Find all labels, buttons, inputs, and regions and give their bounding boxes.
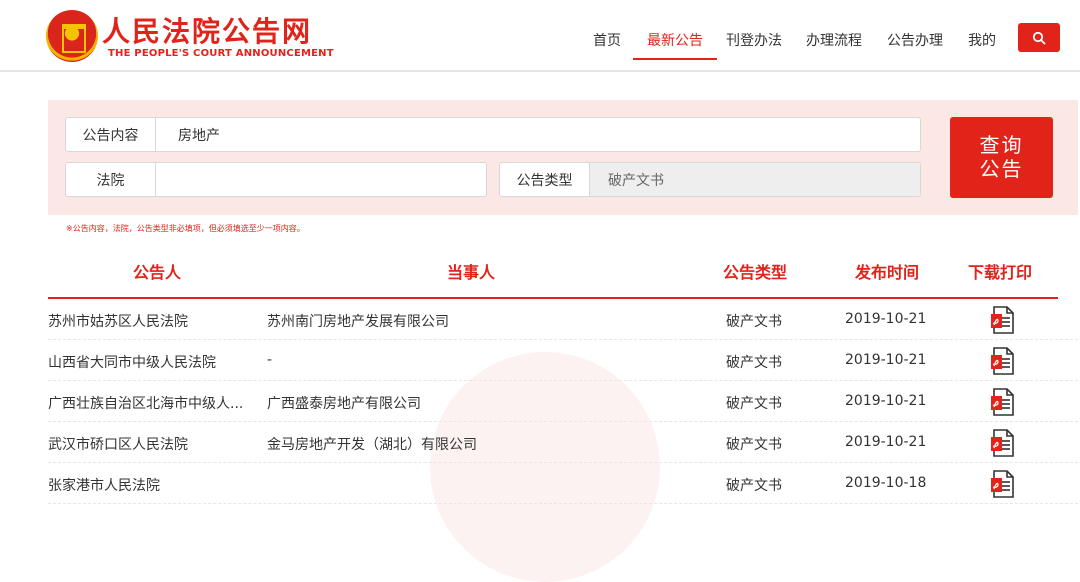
type-select[interactable]: 破产文书 <box>590 163 920 196</box>
content-field[interactable]: 公告内容 房地产 <box>65 117 921 152</box>
nav-process[interactable]: 办理流程 <box>806 30 862 60</box>
header-announcer: 公告人 <box>133 263 182 282</box>
row-type: 破产文书 <box>726 437 782 453</box>
row-announcer[interactable]: 武汉市硚口区人民法院 <box>48 434 188 454</box>
row-type: 破产文书 <box>726 355 782 371</box>
site-subtitle: THE PEOPLE'S COURT ANNOUNCEMENT <box>108 48 334 59</box>
header-type: 公告类型 <box>723 263 788 282</box>
query-button-line1: 查询 <box>979 133 1024 157</box>
row-date: 2019-10-21 <box>845 434 927 450</box>
content-label: 公告内容 <box>66 118 156 151</box>
row-announcer[interactable]: 山西省大同市中级人民法院 <box>48 352 216 372</box>
type-field[interactable]: 公告类型 破产文书 <box>499 162 921 197</box>
site-logo[interactable]: 人民法院公告网 THE PEOPLE'S COURT ANNOUNCEMENT <box>40 8 340 64</box>
court-field[interactable]: 法院 <box>65 162 487 197</box>
nav-publish-method[interactable]: 刊登办法 <box>726 30 782 60</box>
row-date: 2019-10-21 <box>845 352 927 368</box>
row-announcer[interactable]: 张家港市人民法院 <box>48 475 160 495</box>
nav-my[interactable]: 我的 <box>968 30 996 60</box>
table-row[interactable]: 苏州市姑苏区人民法院 苏州南门房地产发展有限公司 破产文书 2019-10-21 <box>48 299 1078 340</box>
row-date: 2019-10-21 <box>845 311 927 327</box>
header-party: 当事人 <box>447 263 496 282</box>
row-announcer[interactable]: 广西壮族自治区北海市中级人... <box>48 393 243 413</box>
header-download: 下载打印 <box>968 263 1033 282</box>
pdf-icon[interactable] <box>990 429 1016 457</box>
row-party: 苏州南门房地产发展有限公司 <box>267 314 449 330</box>
pdf-icon[interactable] <box>990 306 1016 334</box>
query-button[interactable]: 查询 公告 <box>950 117 1053 198</box>
header-date: 发布时间 <box>855 263 920 282</box>
court-label: 法院 <box>66 163 156 196</box>
row-type: 破产文书 <box>726 478 782 494</box>
table-row[interactable]: 张家港市人民法院 破产文书 2019-10-18 <box>48 463 1078 504</box>
row-date: 2019-10-18 <box>845 475 927 491</box>
row-party: - <box>267 352 273 368</box>
nav-home[interactable]: 首页 <box>593 30 621 60</box>
query-button-line2: 公告 <box>979 157 1024 181</box>
search-hint: ※公告内容，法院，公告类型非必填项，但必须填选至少一项内容。 <box>66 224 305 233</box>
row-date: 2019-10-21 <box>845 393 927 409</box>
row-type: 破产文书 <box>726 396 782 412</box>
header-search-button[interactable] <box>1018 23 1060 52</box>
row-party: 金马房地产开发（湖北）有限公司 <box>267 437 477 453</box>
site-header: 人民法院公告网 THE PEOPLE'S COURT ANNOUNCEMENT … <box>0 0 1080 72</box>
pdf-icon[interactable] <box>990 347 1016 375</box>
nav-latest[interactable]: 最新公告 <box>633 30 717 60</box>
pdf-icon[interactable] <box>990 470 1016 498</box>
table-row[interactable]: 广西壮族自治区北海市中级人... 广西盛泰房地产有限公司 破产文书 2019-10-2… <box>48 381 1078 422</box>
site-title: 人民法院公告网 <box>102 15 313 48</box>
nav-handle[interactable]: 公告办理 <box>887 30 943 60</box>
content-input[interactable]: 房地产 <box>156 125 220 145</box>
pdf-icon[interactable] <box>990 388 1016 416</box>
row-party: 广西盛泰房地产有限公司 <box>267 396 421 412</box>
table-row[interactable]: 山西省大同市中级人民法院 - 破产文书 2019-10-21 <box>48 340 1078 381</box>
table-row[interactable]: 武汉市硚口区人民法院 金马房地产开发（湖北）有限公司 破产文书 2019-10-21 <box>48 422 1078 463</box>
row-announcer[interactable]: 苏州市姑苏区人民法院 <box>48 311 188 331</box>
type-label: 公告类型 <box>500 163 590 196</box>
row-type: 破产文书 <box>726 314 782 330</box>
search-icon <box>1032 31 1046 44</box>
court-emblem-icon <box>46 10 98 62</box>
